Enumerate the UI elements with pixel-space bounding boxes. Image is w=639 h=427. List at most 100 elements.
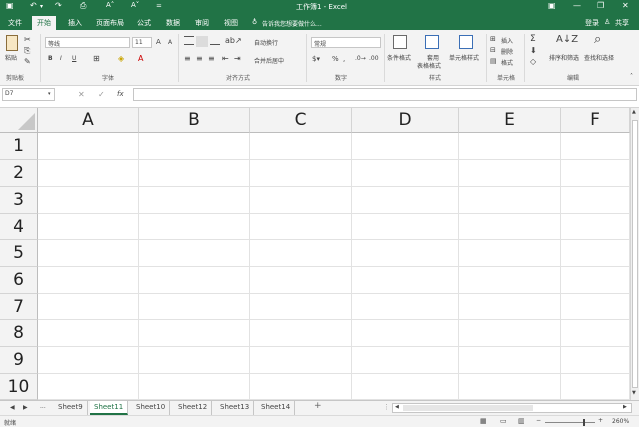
align-top-icon[interactable] <box>184 36 194 45</box>
column-header-e[interactable]: E <box>459 108 561 133</box>
bold-button[interactable]: B <box>48 55 53 62</box>
column-header-a[interactable]: A <box>38 108 139 133</box>
fill-icon[interactable]: ⬇ <box>530 46 537 55</box>
comma-style-icon[interactable]: , <box>343 55 345 63</box>
tab-view[interactable]: 视图 <box>224 18 238 28</box>
font-shrink-qat-icon[interactable]: A˅ <box>131 1 139 9</box>
print-preview-icon[interactable]: ⎙ <box>80 1 86 11</box>
horizontal-scrollbar[interactable]: ◀ ▶ <box>392 403 632 413</box>
sheet-tab-sheet9[interactable]: Sheet9 <box>54 401 88 415</box>
font-name-box[interactable]: 等线 <box>45 37 130 48</box>
column-header-b[interactable]: B <box>139 108 250 133</box>
font-size-box[interactable]: 11 <box>132 37 152 48</box>
row-header-1[interactable]: 1 <box>0 133 38 160</box>
shrink-font-button[interactable]: A <box>168 39 172 46</box>
undo-icon[interactable]: ↶ <box>30 1 37 10</box>
scroll-down-icon[interactable]: ▼ <box>632 390 636 396</box>
row-header-8[interactable]: 8 <box>0 320 38 347</box>
tell-me-input[interactable]: 告诉我您想要做什么... <box>262 19 322 28</box>
row-header-6[interactable]: 6 <box>0 267 38 294</box>
align-center-icon[interactable]: ≡ <box>196 54 203 63</box>
conditional-format-button[interactable]: 条件格式 <box>387 53 411 62</box>
zoom-level[interactable]: 260% <box>612 418 629 425</box>
maximize-icon[interactable]: ❐ <box>597 1 604 10</box>
tab-formulas[interactable]: 公式 <box>137 18 151 28</box>
fill-color-icon[interactable]: ◈ <box>118 54 124 63</box>
sheet-tab-sheet12[interactable]: Sheet12 <box>174 401 213 415</box>
prev-sheet-icon[interactable]: ◀ <box>10 404 15 411</box>
sign-in-link[interactable]: 登录 <box>585 18 599 28</box>
tab-insert[interactable]: 插入 <box>68 18 82 28</box>
tab-file[interactable]: 文件 <box>8 18 22 28</box>
cancel-icon[interactable]: ✕ <box>78 90 85 99</box>
column-header-f[interactable]: F <box>561 108 630 133</box>
sheet-tab-sheet13[interactable]: Sheet13 <box>216 401 255 415</box>
merge-center-button[interactable]: 合并后居中 <box>254 56 284 65</box>
accounting-format-icon[interactable]: $▾ <box>312 55 320 63</box>
next-sheet-icon[interactable]: ▶ <box>23 404 28 411</box>
zoom-out-icon[interactable]: − <box>536 417 541 424</box>
share-icon[interactable]: ♙ <box>604 18 610 26</box>
normal-view-icon[interactable]: ▦ <box>480 417 487 425</box>
underline-button[interactable]: U <box>72 55 76 62</box>
page-break-view-icon[interactable]: ▥ <box>518 417 525 425</box>
paste-icon[interactable] <box>6 35 18 51</box>
column-header-d[interactable]: D <box>352 108 459 133</box>
minimize-icon[interactable]: — <box>573 1 581 10</box>
format-painter-icon[interactable]: ✎ <box>24 57 31 66</box>
undo-dropdown-icon[interactable]: ▾ <box>40 3 43 10</box>
close-icon[interactable]: ✕ <box>622 1 629 10</box>
decrease-indent-icon[interactable]: ⇤ <box>222 54 229 63</box>
tab-data[interactable]: 数据 <box>166 18 180 28</box>
number-format-box[interactable]: 常规 <box>311 37 381 48</box>
zoom-slider[interactable] <box>545 422 595 423</box>
vertical-scrollbar[interactable]: ▲ ▼ <box>630 108 639 400</box>
find-select-button[interactable]: 查找和选择 <box>584 53 614 62</box>
align-left-icon[interactable]: ≡ <box>184 54 191 63</box>
format-table-icon[interactable] <box>425 35 439 49</box>
collapse-ribbon-icon[interactable]: ˄ <box>630 73 633 80</box>
cut-icon[interactable]: ✂ <box>24 35 31 44</box>
zoom-in-icon[interactable]: + <box>598 417 603 424</box>
tab-split-handle[interactable]: ⋮ <box>383 403 390 411</box>
italic-button[interactable]: I <box>60 55 62 62</box>
row-header-7[interactable]: 7 <box>0 294 38 320</box>
sheet-tab-sheet14[interactable]: Sheet14 <box>257 401 296 415</box>
tab-home[interactable]: 开始 <box>32 16 56 30</box>
more-sheets-button[interactable]: ... <box>40 403 46 410</box>
paste-button[interactable]: 粘贴 <box>5 53 17 62</box>
horizontal-scroll-thumb[interactable] <box>403 405 533 411</box>
decrease-decimal-icon[interactable]: .00 <box>369 55 379 62</box>
font-color-icon[interactable]: A <box>138 54 143 63</box>
sheet-tab-sheet11[interactable]: Sheet11 <box>90 401 129 415</box>
add-sheet-button[interactable]: + <box>314 401 322 411</box>
font-grow-qat-icon[interactable]: A˄ <box>106 1 114 9</box>
scroll-right-icon[interactable]: ▶ <box>623 404 627 410</box>
cell-styles-icon[interactable] <box>459 35 473 49</box>
align-bottom-icon[interactable] <box>210 36 220 45</box>
scroll-left-icon[interactable]: ◀ <box>395 404 399 410</box>
copy-icon[interactable]: ⎘ <box>24 46 30 56</box>
format-cells-icon[interactable]: ▤ <box>490 57 497 65</box>
zoom-slider-thumb[interactable] <box>583 419 585 426</box>
row-header-9[interactable]: 9 <box>0 347 38 374</box>
format-table-label[interactable]: 表格格式 <box>417 61 441 70</box>
insert-cells-icon[interactable]: ⊞ <box>490 35 496 43</box>
worksheet-grid[interactable]: ABCDEF 1 2 3 4 5 6 7 8 9 10 <box>0 108 630 400</box>
grow-font-button[interactable]: A <box>156 38 161 46</box>
wrap-text-button[interactable]: 自动换行 <box>254 38 278 47</box>
page-layout-view-icon[interactable]: ▭ <box>500 417 507 425</box>
delete-cells-button[interactable]: 删除 <box>501 47 513 56</box>
cell-styles-button[interactable]: 单元格样式 <box>449 53 479 62</box>
increase-indent-icon[interactable]: ⇥ <box>234 54 241 63</box>
orientation-icon[interactable]: ab↗ <box>225 36 242 45</box>
sort-filter-icon[interactable]: A↓Z <box>556 34 578 45</box>
ribbon-display-icon[interactable]: ▣ <box>548 1 556 10</box>
delete-cells-icon[interactable]: ⊟ <box>490 46 496 54</box>
select-all-button[interactable] <box>0 108 38 133</box>
sort-filter-button[interactable]: 排序和筛选 <box>549 53 579 62</box>
enter-icon[interactable]: ✓ <box>98 90 105 99</box>
vertical-scroll-thumb[interactable] <box>632 120 638 388</box>
tell-me-icon[interactable]: ♁ <box>252 18 257 26</box>
align-right-icon[interactable]: ≡ <box>208 54 215 63</box>
